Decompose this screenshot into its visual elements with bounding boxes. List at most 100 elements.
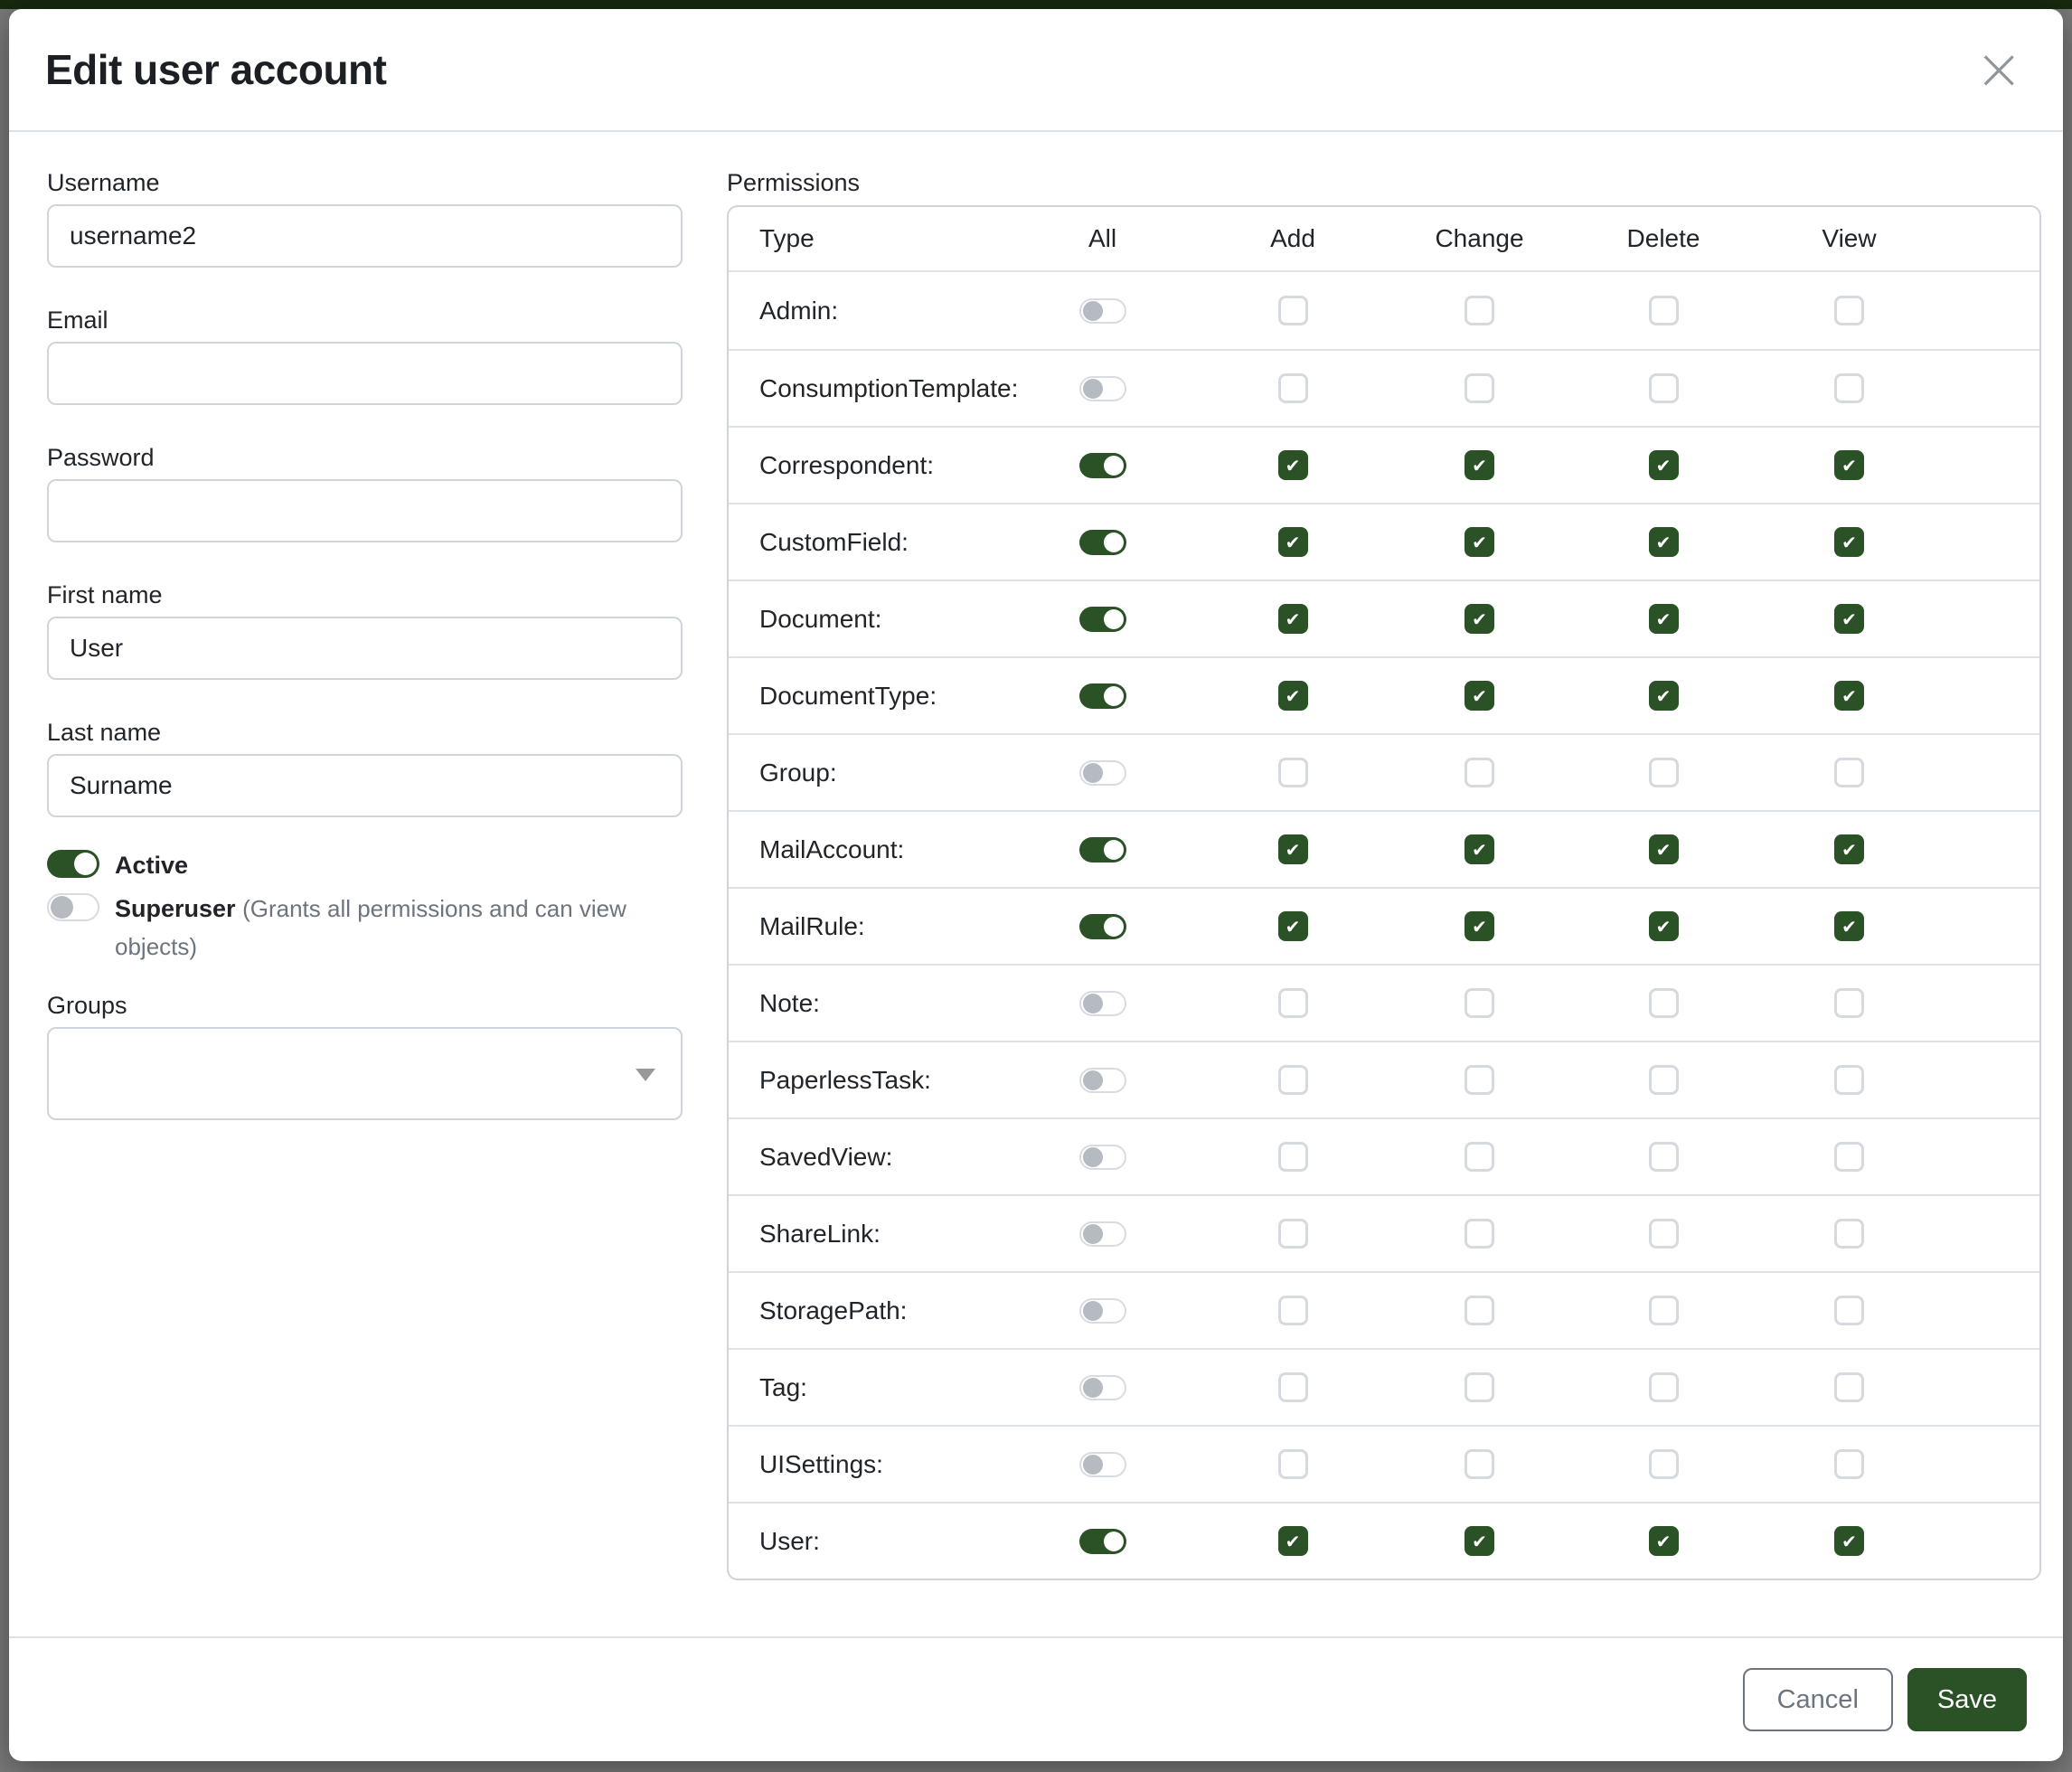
permission-change-checkbox[interactable] xyxy=(1465,1296,1494,1325)
permission-type-label: Document: xyxy=(729,605,1007,634)
permission-view-checkbox[interactable] xyxy=(1834,988,1864,1018)
permission-delete-checkbox[interactable]: ✔ xyxy=(1649,450,1679,480)
permission-view-checkbox[interactable]: ✔ xyxy=(1834,604,1864,634)
permission-row: CustomField:✔✔✔✔ xyxy=(729,503,2039,580)
permission-all-toggle[interactable] xyxy=(1079,1145,1126,1170)
permission-add-checkbox[interactable] xyxy=(1278,1449,1308,1479)
permission-view-checkbox[interactable]: ✔ xyxy=(1834,450,1864,480)
permission-all-toggle[interactable] xyxy=(1079,1375,1126,1400)
permission-view-checkbox[interactable]: ✔ xyxy=(1834,527,1864,557)
permission-all-toggle[interactable] xyxy=(1079,991,1126,1016)
permission-change-checkbox[interactable] xyxy=(1465,1449,1494,1479)
active-toggle[interactable] xyxy=(47,850,99,878)
permission-delete-checkbox[interactable] xyxy=(1649,1219,1679,1249)
permission-change-checkbox[interactable] xyxy=(1465,988,1494,1018)
permission-delete-checkbox[interactable]: ✔ xyxy=(1649,834,1679,864)
cancel-button[interactable]: Cancel xyxy=(1743,1668,1893,1731)
permission-add-checkbox[interactable] xyxy=(1278,1142,1308,1172)
permission-change-checkbox[interactable]: ✔ xyxy=(1465,911,1494,941)
permission-delete-checkbox[interactable] xyxy=(1649,1296,1679,1325)
permission-delete-checkbox[interactable] xyxy=(1649,1449,1679,1479)
permission-delete-checkbox[interactable]: ✔ xyxy=(1649,1526,1679,1556)
first-name-field-group: First name xyxy=(47,580,683,680)
close-icon[interactable]: × xyxy=(1962,41,2036,99)
permission-change-checkbox[interactable]: ✔ xyxy=(1465,834,1494,864)
permission-all-toggle[interactable] xyxy=(1079,453,1126,478)
permission-add-checkbox[interactable]: ✔ xyxy=(1278,527,1308,557)
permission-view-checkbox[interactable] xyxy=(1834,1142,1864,1172)
permission-delete-checkbox[interactable]: ✔ xyxy=(1649,681,1679,711)
permission-all-toggle[interactable] xyxy=(1079,1452,1126,1477)
permission-view-checkbox[interactable] xyxy=(1834,1296,1864,1325)
permission-add-checkbox[interactable]: ✔ xyxy=(1278,450,1308,480)
permission-add-checkbox[interactable] xyxy=(1278,1219,1308,1249)
permission-view-checkbox[interactable] xyxy=(1834,373,1864,403)
permission-add-checkbox[interactable] xyxy=(1278,1296,1308,1325)
permission-delete-checkbox[interactable]: ✔ xyxy=(1649,527,1679,557)
permission-view-checkbox[interactable] xyxy=(1834,1372,1864,1402)
permission-all-toggle[interactable] xyxy=(1079,683,1126,709)
permission-all-toggle[interactable] xyxy=(1079,607,1126,632)
first-name-field[interactable] xyxy=(47,617,683,680)
permission-change-checkbox[interactable] xyxy=(1465,1219,1494,1249)
permission-delete-checkbox[interactable] xyxy=(1649,1372,1679,1402)
permission-change-checkbox[interactable]: ✔ xyxy=(1465,527,1494,557)
permission-view-checkbox[interactable]: ✔ xyxy=(1834,911,1864,941)
username-input[interactable] xyxy=(47,204,683,268)
permission-add-checkbox[interactable] xyxy=(1278,373,1308,403)
permission-add-checkbox[interactable] xyxy=(1278,758,1308,787)
permission-change-checkbox[interactable] xyxy=(1465,758,1494,787)
permission-delete-checkbox[interactable] xyxy=(1649,1065,1679,1095)
permission-delete-checkbox[interactable] xyxy=(1649,373,1679,403)
permission-all-toggle[interactable] xyxy=(1079,914,1126,939)
permission-all-toggle[interactable] xyxy=(1079,1068,1126,1093)
permission-add-checkbox[interactable] xyxy=(1278,1372,1308,1402)
modal-header: Edit user account × xyxy=(9,9,2063,132)
permission-view-checkbox[interactable]: ✔ xyxy=(1834,1526,1864,1556)
permission-delete-checkbox[interactable]: ✔ xyxy=(1649,911,1679,941)
permission-all-toggle[interactable] xyxy=(1079,298,1126,324)
permission-delete-checkbox[interactable]: ✔ xyxy=(1649,604,1679,634)
permission-change-checkbox[interactable]: ✔ xyxy=(1465,681,1494,711)
permission-all-toggle[interactable] xyxy=(1079,760,1126,786)
permission-add-checkbox[interactable]: ✔ xyxy=(1278,911,1308,941)
permission-change-checkbox[interactable]: ✔ xyxy=(1465,604,1494,634)
permission-view-checkbox[interactable] xyxy=(1834,296,1864,325)
permission-delete-checkbox[interactable] xyxy=(1649,296,1679,325)
permission-all-toggle[interactable] xyxy=(1079,1529,1126,1554)
last-name-field[interactable] xyxy=(47,754,683,817)
permission-all-toggle[interactable] xyxy=(1079,1298,1126,1324)
permission-add-checkbox[interactable] xyxy=(1278,1065,1308,1095)
permission-change-checkbox[interactable] xyxy=(1465,373,1494,403)
permission-delete-checkbox[interactable] xyxy=(1649,758,1679,787)
permission-add-checkbox[interactable]: ✔ xyxy=(1278,1526,1308,1556)
permission-view-checkbox[interactable]: ✔ xyxy=(1834,834,1864,864)
permission-add-checkbox[interactable] xyxy=(1278,988,1308,1018)
permission-change-checkbox[interactable] xyxy=(1465,296,1494,325)
permission-change-checkbox[interactable]: ✔ xyxy=(1465,1526,1494,1556)
permission-change-checkbox[interactable]: ✔ xyxy=(1465,450,1494,480)
permission-view-checkbox[interactable] xyxy=(1834,1449,1864,1479)
permission-view-checkbox[interactable]: ✔ xyxy=(1834,681,1864,711)
permission-view-checkbox[interactable] xyxy=(1834,758,1864,787)
permission-delete-checkbox[interactable] xyxy=(1649,1142,1679,1172)
permission-delete-checkbox[interactable] xyxy=(1649,988,1679,1018)
superuser-toggle[interactable] xyxy=(47,893,99,921)
email-field[interactable] xyxy=(47,342,683,405)
permission-view-checkbox[interactable] xyxy=(1834,1219,1864,1249)
permission-add-checkbox[interactable]: ✔ xyxy=(1278,834,1308,864)
save-button[interactable]: Save xyxy=(1907,1668,2027,1731)
permission-all-toggle[interactable] xyxy=(1079,530,1126,555)
password-field[interactable] xyxy=(47,479,683,542)
permission-change-checkbox[interactable] xyxy=(1465,1372,1494,1402)
permission-all-toggle[interactable] xyxy=(1079,376,1126,401)
permission-change-checkbox[interactable] xyxy=(1465,1142,1494,1172)
permission-add-checkbox[interactable] xyxy=(1278,296,1308,325)
permission-add-checkbox[interactable]: ✔ xyxy=(1278,681,1308,711)
permission-all-toggle[interactable] xyxy=(1079,837,1126,862)
permission-add-checkbox[interactable]: ✔ xyxy=(1278,604,1308,634)
permission-all-toggle[interactable] xyxy=(1079,1221,1126,1247)
permission-change-checkbox[interactable] xyxy=(1465,1065,1494,1095)
groups-select[interactable] xyxy=(47,1027,683,1120)
permission-view-checkbox[interactable] xyxy=(1834,1065,1864,1095)
